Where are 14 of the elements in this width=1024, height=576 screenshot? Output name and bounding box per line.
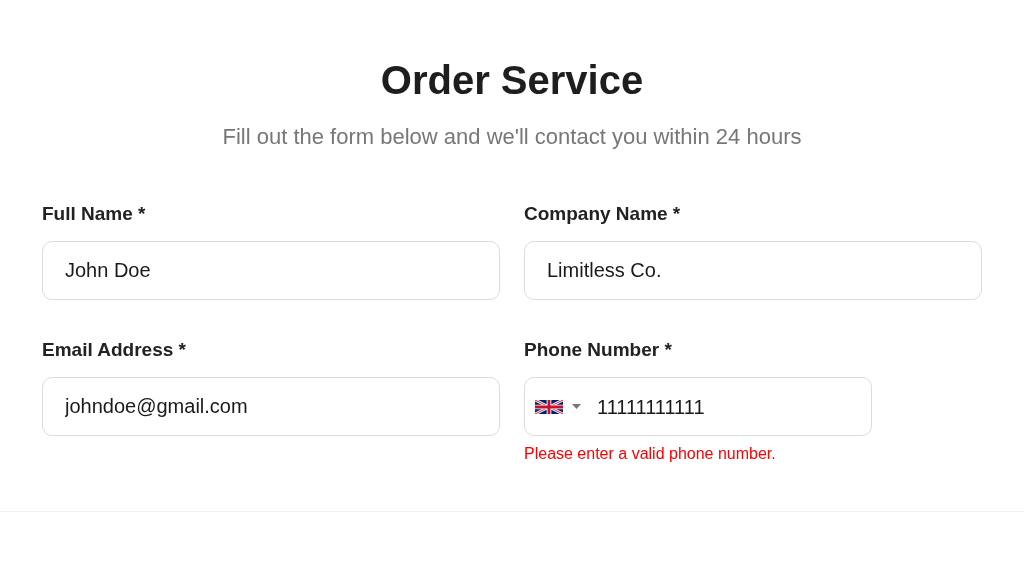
flag-icon [535, 398, 563, 415]
text-field[interactable]: Limitless Co. [524, 241, 982, 300]
field-label: Company Name * [524, 204, 682, 223]
field-label: Full Name * [42, 204, 147, 223]
text-field[interactable]: John Doe [42, 241, 500, 300]
error-message: Please enter a valid phone number. [524, 444, 777, 464]
page-subtitle: Fill out the form below and we'll contact you within 24 hours [222, 126, 802, 148]
text-field[interactable]: johndoe@gmail.com [42, 377, 500, 436]
caret-icon [572, 404, 581, 409]
phone-field[interactable]: 11111111111 [524, 377, 872, 436]
field-label: Phone Number * [524, 340, 673, 359]
phone-input[interactable]: 11111111111 [597, 391, 871, 422]
field-label: Email Address * [42, 340, 187, 359]
page-title: Order Service [380, 60, 644, 100]
